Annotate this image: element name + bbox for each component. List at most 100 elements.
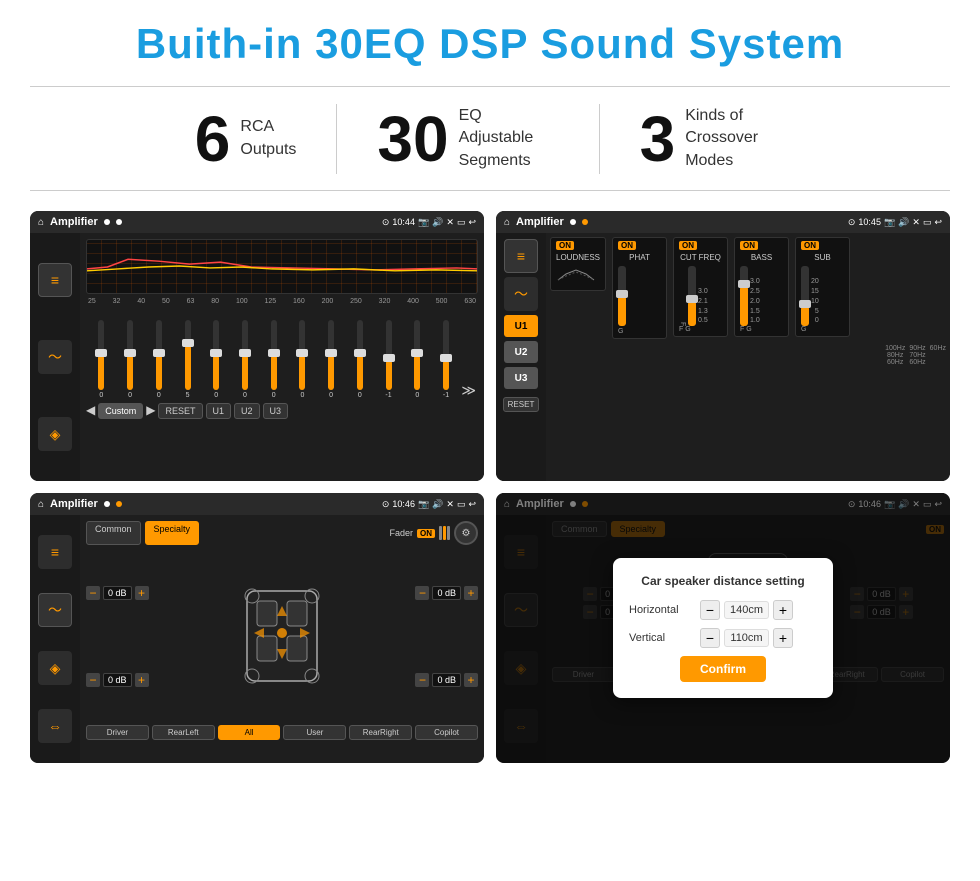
fader-screen-content: ≡ 〜 ◈ ⇔ Common Specialty Fader ON — [30, 515, 484, 763]
u1-btn-1[interactable]: U1 — [206, 403, 232, 419]
feature-desc-eq: EQ Adjustable Segments — [459, 105, 559, 172]
vertical-plus-btn[interactable]: + — [773, 628, 793, 648]
screen-eq: ⌂ Amplifier ⊙ 10:44 📷 🔊 ✕ ▭ ↩ ≡ 〜 — [30, 211, 484, 481]
feature-crossover: 3 Kinds of Crossover Modes — [600, 97, 826, 180]
tab-specialty-3[interactable]: Specialty — [145, 521, 200, 545]
app-title-3: Amplifier — [50, 498, 98, 510]
eq-slider-1: 0 — [117, 320, 144, 399]
vertical-stepper: − 110cm + — [700, 628, 793, 648]
phat-on[interactable]: ON — [618, 241, 636, 250]
rearleft-btn-3[interactable]: RearLeft — [152, 725, 215, 740]
vol-val-br: 0 dB — [432, 673, 461, 687]
next-btn[interactable]: ▶ — [146, 403, 155, 419]
dsp-reset-btn[interactable]: RESET — [503, 397, 540, 412]
eq-slider-5: 0 — [232, 320, 259, 399]
dsp-wave-icon[interactable]: 〜 — [504, 277, 538, 311]
u1-preset[interactable]: U1 — [504, 315, 538, 337]
vol-minus-tl[interactable]: − — [86, 586, 100, 600]
vol-plus-br[interactable]: + — [464, 673, 478, 687]
app-title-1: Amplifier — [50, 216, 98, 228]
home-icon-2[interactable]: ⌂ — [504, 217, 510, 228]
cutfreq-on[interactable]: ON — [679, 241, 697, 250]
prev-btn[interactable]: ◀ — [86, 403, 95, 419]
fader-tabs: Common Specialty Fader ON ⚙ — [86, 521, 478, 545]
vol-minus-br[interactable]: − — [415, 673, 429, 687]
eq-curve-svg — [87, 240, 477, 293]
vol-control-bl: − 0 dB + — [86, 673, 149, 687]
app-title-2: Amplifier — [516, 216, 564, 228]
dot-2 — [116, 219, 122, 225]
fader-label: Fader — [389, 528, 413, 538]
eq-screen-content: ≡ 〜 ◈ 2532 4050 6380 — [30, 233, 484, 481]
feature-desc-crossover: Kinds of Crossover Modes — [685, 105, 785, 172]
feature-rca: 6 RCA Outputs — [155, 99, 337, 179]
horizontal-value: 140cm — [724, 601, 769, 619]
status-bar-2: ⌂ Amplifier ⊙ 10:45 📷 🔊 ✕ ▭ ↩ — [496, 211, 950, 233]
car-svg — [232, 571, 332, 701]
vol-plus-tl[interactable]: + — [135, 586, 149, 600]
copilot-btn-3[interactable]: Copilot — [415, 725, 478, 740]
vol-control-br: − 0 dB + — [415, 673, 478, 687]
screen-dsp: ⌂ Amplifier ⊙ 10:45 📷 🔊 ✕ ▭ ↩ ≡ 〜 — [496, 211, 950, 481]
wave-icon[interactable]: 〜 — [38, 340, 72, 374]
fader-speaker-icon[interactable]: ◈ — [38, 651, 72, 685]
u2-btn-1[interactable]: U2 — [234, 403, 260, 419]
u3-preset[interactable]: U3 — [504, 367, 538, 389]
screen-fader: ⌂ Amplifier ⊙ 10:46 📷 🔊 ✕ ▭ ↩ ≡ 〜 — [30, 493, 484, 763]
u2-preset[interactable]: U2 — [504, 341, 538, 363]
bass-on[interactable]: ON — [740, 241, 758, 250]
speaker-ctrl-icon[interactable]: ◈ — [38, 417, 72, 451]
custom-btn[interactable]: Custom — [98, 403, 143, 419]
dsp-eq-icon[interactable]: ≡ — [504, 239, 538, 273]
vertical-value: 110cm — [724, 629, 769, 647]
vol-val-bl: 0 dB — [103, 673, 132, 687]
module-cutfreq: ON CUT FREQ F 3.02.11.30.5 — [673, 237, 728, 337]
fader-on-badge[interactable]: ON — [417, 529, 435, 538]
fader-eq-icon[interactable]: ≡ — [38, 535, 72, 569]
driver-btn-3[interactable]: Driver — [86, 725, 149, 740]
u3-btn-1[interactable]: U3 — [263, 403, 289, 419]
vol-minus-bl[interactable]: − — [86, 673, 100, 687]
eq-slider-3: 5 — [174, 320, 201, 399]
status-icons-1: ⊙ 10:44 📷 🔊 ✕ ▭ ↩ — [382, 217, 476, 228]
horizontal-plus-btn[interactable]: + — [773, 600, 793, 620]
tab-common-3[interactable]: Common — [86, 521, 141, 545]
loudness-curve — [556, 262, 596, 282]
fader-wave-icon[interactable]: 〜 — [38, 593, 72, 627]
eq-slider-10: -1 — [375, 320, 402, 399]
confirm-button[interactable]: Confirm — [680, 656, 766, 682]
loudness-on[interactable]: ON — [556, 241, 574, 250]
eq-slider-11: 0 — [404, 320, 431, 399]
user-btn-3[interactable]: User — [283, 725, 346, 740]
home-icon-1[interactable]: ⌂ — [38, 217, 44, 228]
rearright-btn-3[interactable]: RearRight — [349, 725, 412, 740]
sub-on[interactable]: ON — [801, 241, 819, 250]
vol-minus-tr[interactable]: − — [415, 586, 429, 600]
fader-expand-icon[interactable]: ⇔ — [38, 709, 72, 743]
horizontal-row: Horizontal − 140cm + — [629, 600, 817, 620]
module-sub: ON SUB 20151050 — [795, 237, 850, 337]
horizontal-minus-btn[interactable]: − — [700, 600, 720, 620]
right-vol-controls: − 0 dB + − 0 dB + — [415, 551, 478, 721]
home-icon-3[interactable]: ⌂ — [38, 499, 44, 510]
dialog-title: Car speaker distance setting — [629, 574, 817, 588]
vol-plus-bl[interactable]: + — [135, 673, 149, 687]
eq-slider-6: 0 — [260, 320, 287, 399]
status-bar-1: ⌂ Amplifier ⊙ 10:44 📷 🔊 ✕ ▭ ↩ — [30, 211, 484, 233]
eq-filter-icon[interactable]: ≡ — [38, 263, 72, 297]
all-btn-3[interactable]: All — [218, 725, 281, 740]
vol-plus-tr[interactable]: + — [464, 586, 478, 600]
feature-desc-rca: RCA Outputs — [240, 116, 296, 161]
gear-icon-3[interactable]: ⚙ — [454, 521, 478, 545]
reset-btn-1[interactable]: RESET — [158, 403, 202, 419]
dot-1 — [104, 219, 110, 225]
module-phat: ON PHAT G — [612, 237, 667, 339]
vertical-minus-btn[interactable]: − — [700, 628, 720, 648]
screens-grid: ⌂ Amplifier ⊙ 10:44 📷 🔊 ✕ ▭ ↩ ≡ 〜 — [30, 211, 950, 763]
status-icons-2: ⊙ 10:45 📷 🔊 ✕ ▭ ↩ — [848, 217, 942, 228]
eq-slider-8: 0 — [318, 320, 345, 399]
feature-number-crossover: 3 — [640, 107, 676, 171]
eq-slider-12: -1 — [433, 320, 460, 399]
status-bar-3: ⌂ Amplifier ⊙ 10:46 📷 🔊 ✕ ▭ ↩ — [30, 493, 484, 515]
side-panel-1: ≡ 〜 ◈ — [30, 233, 80, 481]
